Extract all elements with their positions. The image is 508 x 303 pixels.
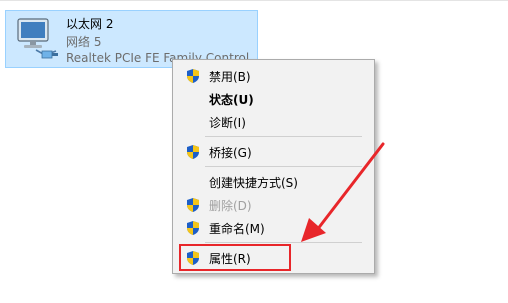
uac-shield-icon — [187, 198, 199, 212]
menu-separator — [205, 136, 362, 137]
properties-highlight-box — [179, 244, 291, 271]
menu-item-label: 桥接(G) — [209, 146, 252, 160]
network-adapter-icon — [17, 18, 58, 59]
adapter-name: 以太网 2 — [66, 17, 114, 31]
menu-item-label: 状态(U) — [209, 93, 254, 107]
menu-item-label: 重命名(M) — [209, 222, 265, 236]
menu-item-label: 禁用(B) — [209, 70, 251, 84]
menu-item-label: 创建快捷方式(S) — [209, 176, 298, 190]
menu-item-disable[interactable]: 禁用(B) — [175, 65, 372, 87]
red-arrow-icon — [301, 142, 385, 242]
menu-item-diagnose[interactable]: 诊断(I) — [175, 111, 372, 133]
top-divider — [0, 0, 508, 1]
menu-item-label: 诊断(I) — [209, 116, 246, 130]
uac-shield-icon — [187, 221, 199, 235]
adapter-status: 网络 5 — [66, 35, 102, 49]
menu-item-label: 删除(D) — [209, 199, 252, 213]
uac-shield-icon — [187, 69, 199, 83]
uac-shield-icon — [187, 145, 199, 159]
menu-item-status[interactable]: 状态(U) — [175, 88, 372, 110]
